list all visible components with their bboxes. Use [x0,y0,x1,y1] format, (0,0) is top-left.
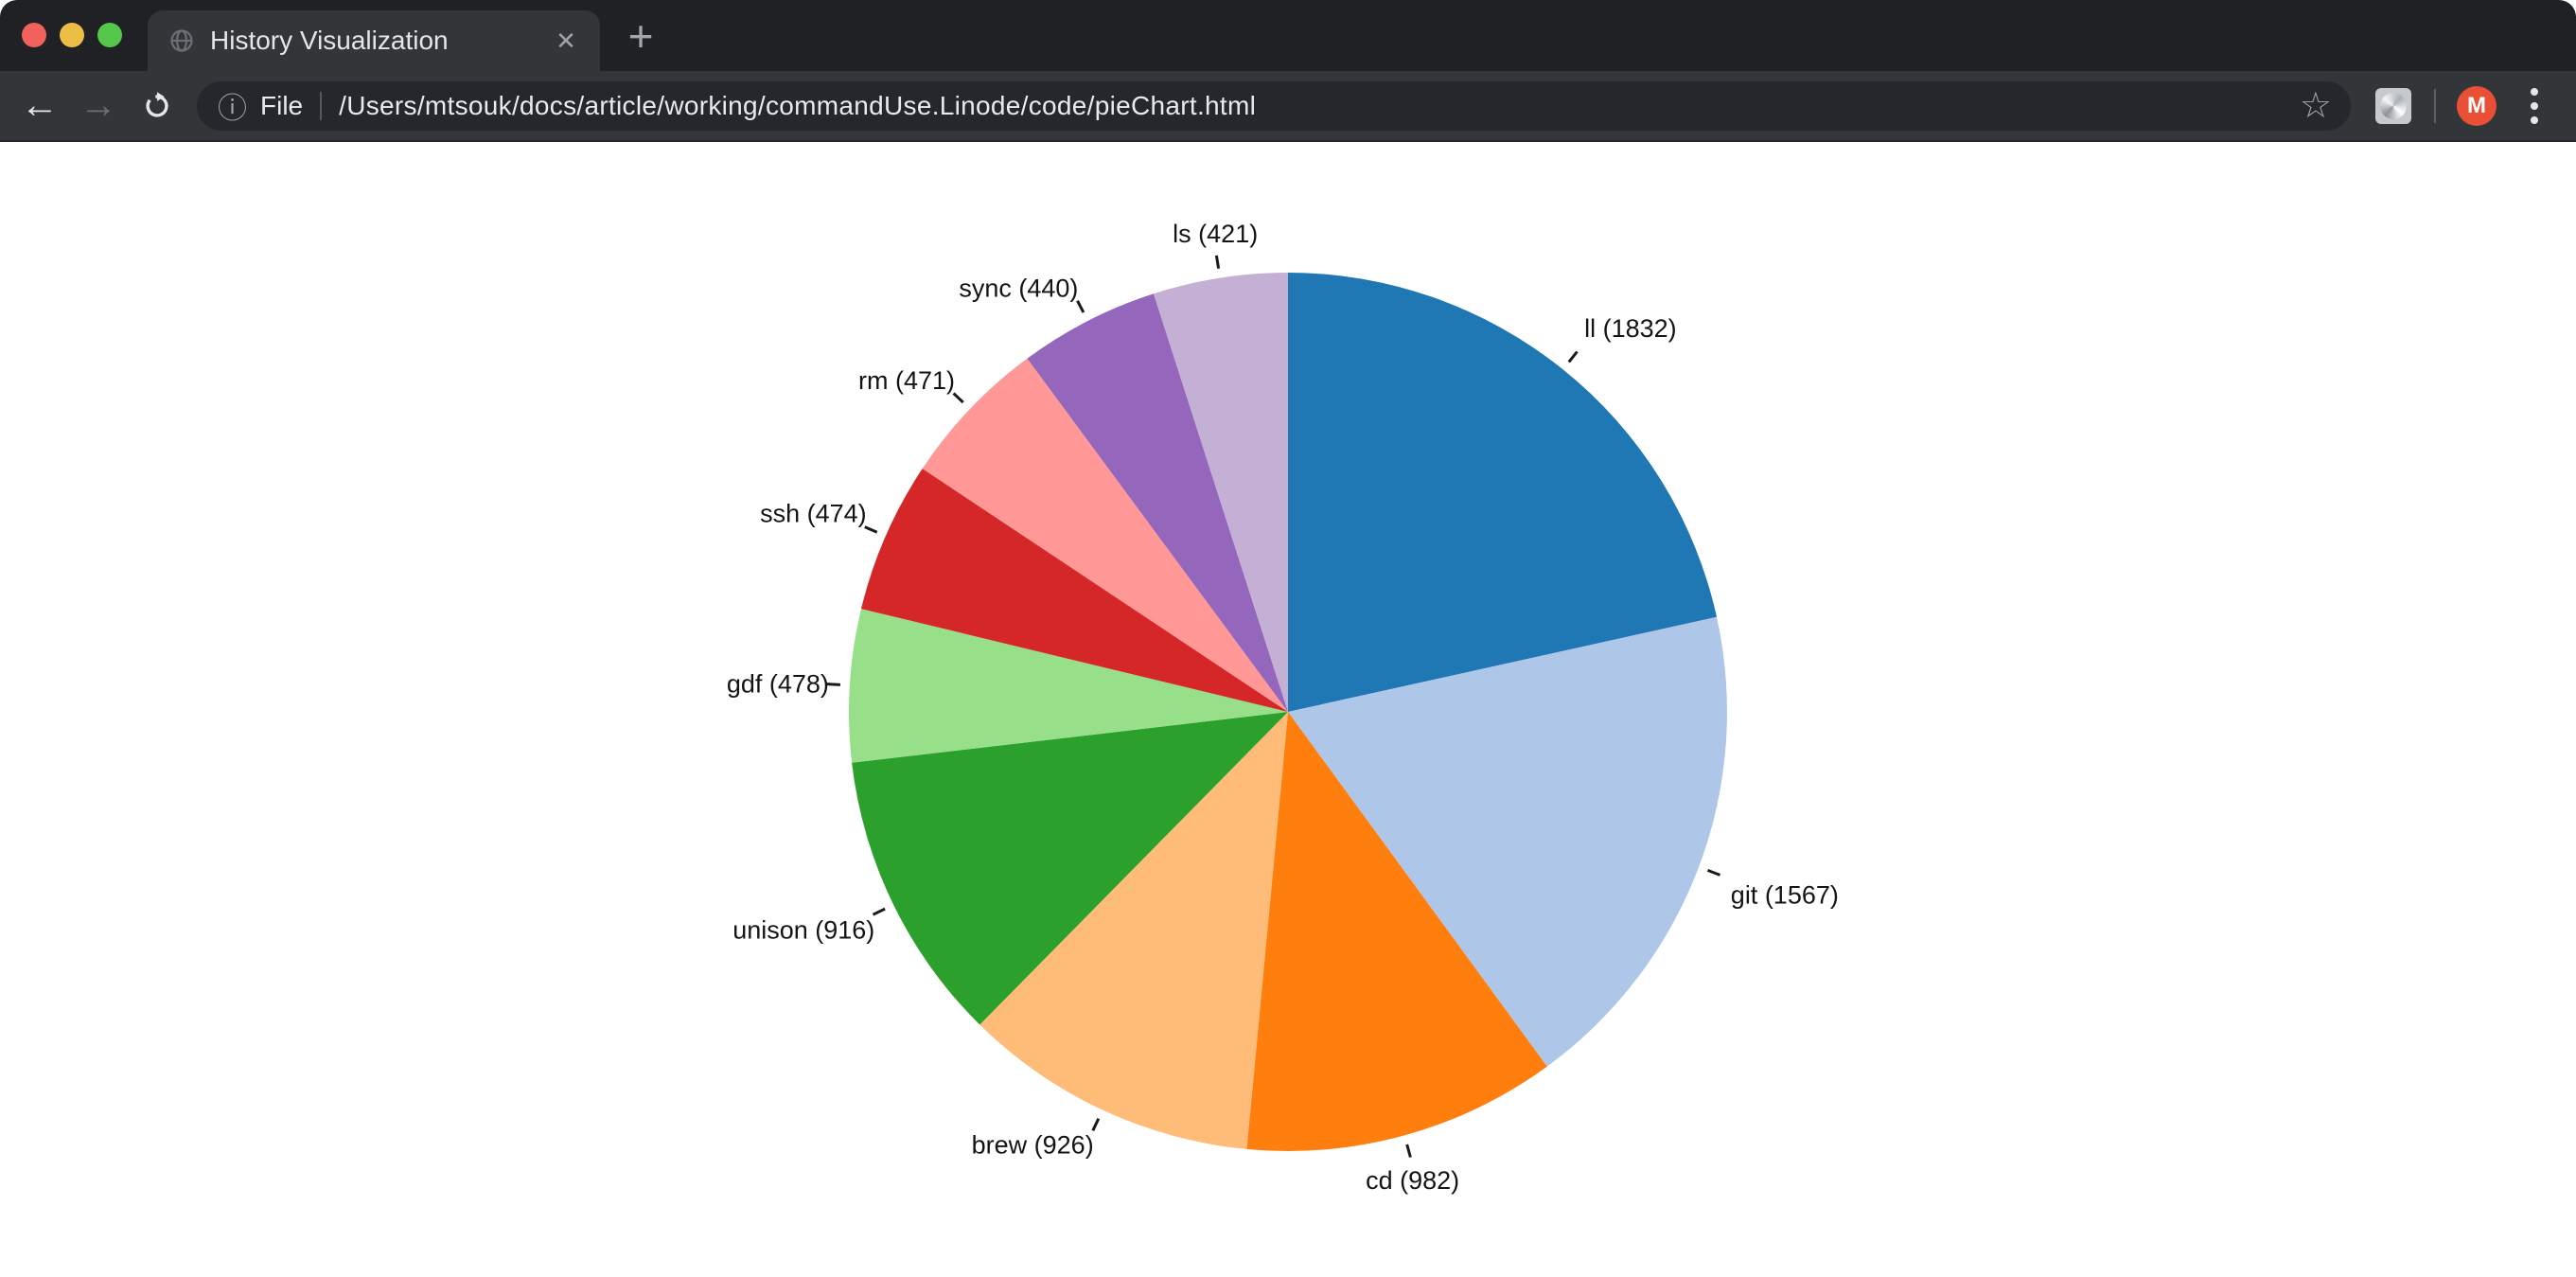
page-info-icon[interactable]: ⓘ [218,84,247,127]
pie-tick-brew [1093,1119,1099,1131]
pie-tick-ssh [865,527,877,533]
pie-label-unison: unison (916) [732,915,874,944]
window-close-button[interactable] [22,23,46,47]
page-content: ll (1832) git (1567) cd (982) brew (926) uni… [0,142,2576,1277]
toolbar-divider [2434,89,2436,123]
pie-label-sync: sync (440) [959,275,1078,303]
new-tab-button[interactable]: + [617,12,664,60]
browser-toolbar: ← → ⓘ File /Users/mtsouk/docs/article/wo… [0,71,2576,142]
pie-label-rm: rm (471) [858,366,955,395]
profile-avatar[interactable]: M [2457,86,2497,126]
pie-label-ll: ll (1832) [1584,314,1677,343]
globe-favicon-icon [168,27,195,54]
pie-label-ls: ls (421) [1173,220,1258,248]
forward-button[interactable]: → [78,85,119,127]
pie-tick-cd [1407,1144,1411,1158]
pie-tick-ls [1216,256,1218,269]
address-bar[interactable]: ⓘ File /Users/mtsouk/docs/article/workin… [197,81,2351,131]
window-controls [22,23,122,47]
pie-label-git: git (1567) [1731,881,1839,910]
window-minimize-button[interactable] [60,23,84,47]
pie-tick-gdf [827,684,840,685]
back-button[interactable]: ← [19,85,61,127]
extension-icon[interactable] [2375,88,2411,124]
bookmark-star-icon[interactable]: ☆ [2300,88,2332,124]
tab-title: History Visualization [210,26,449,56]
pie-chart-svg: ll (1832) git (1567) cd (982) brew (926) uni… [0,142,2576,1277]
pie-tick-git [1708,870,1720,875]
extension-swirl-logo [2380,93,2407,119]
browser-window: History Visualization ✕ + ← → ⓘ File /Us… [0,0,2576,1277]
url-scheme-label: File [260,91,303,121]
pie-label-cd: cd (982) [1366,1166,1459,1195]
pie-label-ssh: ssh (474) [760,499,867,527]
tab-close-icon[interactable]: ✕ [549,10,583,71]
pie-tick-unison [873,909,886,914]
reload-button[interactable] [136,85,178,127]
pie-tick-ll [1569,352,1578,363]
tab-history-visualization[interactable]: History Visualization ✕ [148,10,600,71]
pie-label-gdf: gdf (478) [727,670,829,699]
url-text: /Users/mtsouk/docs/article/working/comma… [339,91,2285,121]
menu-icon[interactable] [2517,85,2551,127]
window-zoom-button[interactable] [97,23,122,47]
pie-tick-sync [1078,301,1084,312]
pie-label-brew: brew (926) [972,1131,1094,1160]
tab-strip: History Visualization ✕ + [0,0,2576,71]
pie-tick-rm [954,394,963,403]
reload-icon [141,90,173,122]
url-scheme-divider [320,92,322,120]
